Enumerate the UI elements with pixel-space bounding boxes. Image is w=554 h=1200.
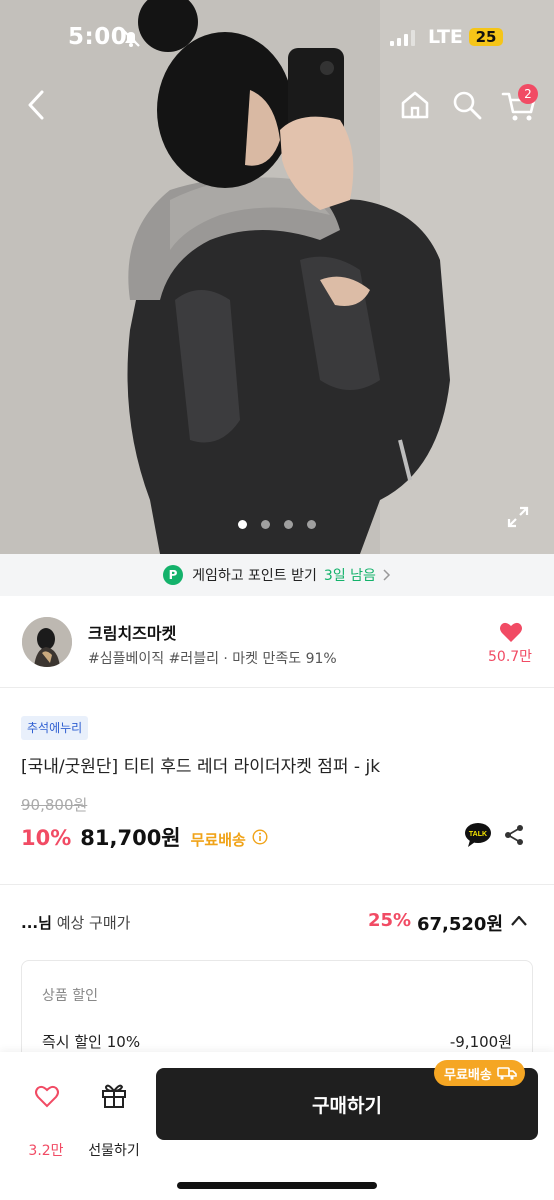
free-shipping-label: 무료배송 <box>190 831 246 849</box>
back-icon[interactable] <box>22 88 52 122</box>
talk-label: TALK <box>469 831 487 838</box>
network-type: LTE <box>428 26 463 48</box>
status-time: 5:00 <box>68 24 128 50</box>
expected-discount: 25% <box>368 910 412 931</box>
gift-button[interactable]: 선물하기 <box>82 1080 146 1159</box>
instant-discount-value: -9,100원 <box>449 1033 512 1051</box>
chevron-up-icon[interactable] <box>510 914 528 928</box>
free-shipping-tag: 무료배송 <box>434 1060 525 1086</box>
expected-price-text: 예상 구매가 <box>56 914 131 932</box>
bell-mute-icon <box>122 29 140 47</box>
pagination-dot[interactable] <box>238 520 247 529</box>
seller-section[interactable]: 크림치즈마켓 #심플베이직 #러블리 · 마켓 만족도 91% 50.7만 <box>0 596 554 688</box>
points-icon: P <box>163 565 184 585</box>
expected-price: 67,520원 <box>417 914 504 935</box>
pagination-dot[interactable] <box>284 520 293 529</box>
avatar-image <box>22 617 72 667</box>
banner-text: 게임하고 포인트 받기 <box>192 568 317 584</box>
signal-icon <box>390 30 415 46</box>
banner-days-left: 3일 남음 <box>323 568 376 584</box>
sale-price: 81,700원 <box>80 826 181 850</box>
share-icon[interactable] <box>503 824 525 846</box>
pagination-dot[interactable] <box>307 520 316 529</box>
status-bar: 5:00 LTE 25 <box>0 0 554 76</box>
home-icon[interactable] <box>398 88 432 122</box>
gallery-pagination <box>238 520 316 529</box>
instant-discount-label: 즉시 할인 10% <box>42 1033 141 1051</box>
pagination-dot[interactable] <box>261 520 270 529</box>
promo-badge: 추석에누리 <box>21 716 89 740</box>
price-row: 10% 81,700원 무료배송 <box>21 822 268 852</box>
heart-filled-icon[interactable] <box>499 621 523 643</box>
gift-icon <box>102 1084 126 1108</box>
seller-like-count: 50.7만 <box>488 649 533 665</box>
product-title: [국내/굿원단] 티티 후드 레더 라이더자켓 점퍼 - jk <box>21 757 381 777</box>
info-icon[interactable] <box>252 829 268 845</box>
like-button[interactable]: 3.2만 <box>18 1080 74 1159</box>
expand-icon[interactable] <box>506 505 530 529</box>
home-indicator <box>177 1182 377 1189</box>
like-count: 3.2만 <box>28 1143 64 1159</box>
seller-meta: #심플베이직 #러블리 · 마켓 만족도 91% <box>88 651 337 667</box>
shipping-tag-label: 무료배송 <box>444 1067 492 1083</box>
expected-price-label: ...님 예상 구매가 <box>21 912 130 933</box>
kakao-talk-icon[interactable]: TALK <box>464 822 492 848</box>
heart-outline-icon <box>35 1085 59 1108</box>
discount-rate: 10% <box>21 826 72 850</box>
product-image-gallery[interactable]: 5:00 LTE 25 2 <box>0 0 554 554</box>
seller-avatar[interactable] <box>22 617 72 667</box>
section-divider <box>0 884 554 885</box>
chevron-right-icon <box>383 569 390 581</box>
search-icon[interactable] <box>450 88 484 122</box>
game-points-banner[interactable]: P 게임하고 포인트 받기 3일 남음 <box>0 554 554 596</box>
battery-icon: 25 <box>469 28 503 46</box>
discount-box-title: 상품 할인 <box>42 988 98 1004</box>
user-name: ...님 <box>21 914 52 932</box>
seller-name[interactable]: 크림치즈마켓 <box>88 620 176 644</box>
product-photo <box>0 0 554 554</box>
gift-label: 선물하기 <box>88 1143 140 1159</box>
original-price: 90,800원 <box>21 796 88 814</box>
truck-icon <box>497 1067 517 1080</box>
cart-count-badge: 2 <box>518 84 538 104</box>
bottom-action-bar: 3.2만 선물하기 구매하기 무료배송 <box>0 1052 554 1200</box>
